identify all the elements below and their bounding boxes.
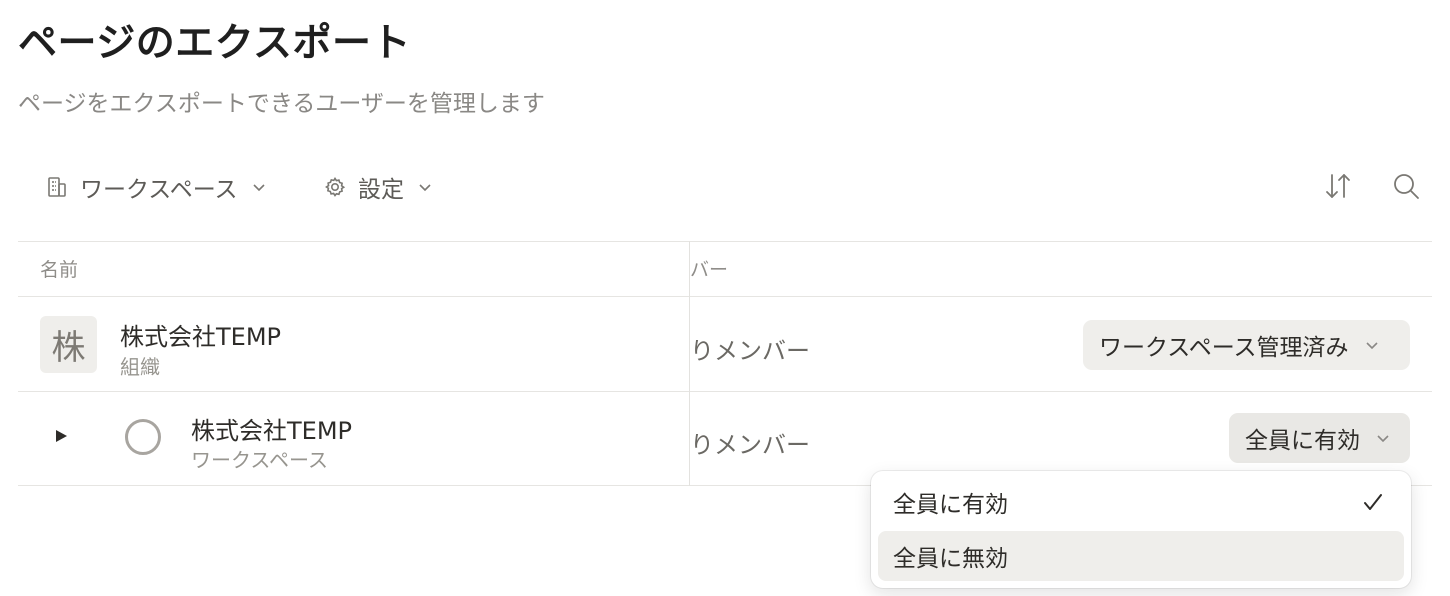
chevron-down-icon: [250, 178, 268, 196]
settings-filter-label: 設定: [358, 177, 404, 203]
chevron-down-icon: [1374, 429, 1392, 447]
export-pages-settings: ページのエクスポート ページをエクスポートできるユーザーを管理します ワークスペ…: [0, 0, 1450, 596]
setting-options-menu: 全員に有効 全員に無効: [871, 471, 1411, 588]
organization-type: 組織: [120, 355, 160, 379]
divider: [18, 296, 1432, 297]
workspace-setting-dropdown[interactable]: 全員に有効: [1229, 413, 1410, 463]
sort-button[interactable]: [1318, 168, 1358, 208]
workspace-filter-label: ワークスペース: [80, 177, 238, 203]
menu-option-label: 全員に有効: [893, 492, 1008, 518]
expand-row-toggle[interactable]: [48, 425, 74, 451]
members-scope: りメンバー: [690, 431, 810, 459]
sort-arrows-icon: [1322, 170, 1354, 206]
column-header-name: 名前: [40, 259, 79, 281]
checkmark-icon: [1362, 491, 1384, 513]
export-permissions-table: 名前 バー 株 株式会社TEMP 組織 りメンバー ワークスペース管理済み 株式…: [18, 241, 1432, 486]
chevron-down-icon: [416, 178, 434, 196]
workspace-icon: [125, 419, 161, 455]
triangle-right-icon: [53, 428, 69, 448]
divider: [18, 391, 1432, 392]
menu-option-label: 全員に無効: [893, 546, 1008, 572]
workspace-type: ワークスペース: [191, 448, 328, 472]
workspace-filter-button[interactable]: ワークスペース: [44, 168, 268, 206]
gear-icon: [322, 174, 348, 200]
settings-filter-button[interactable]: 設定: [322, 168, 434, 206]
workspace-name: 株式会社TEMP: [191, 417, 353, 445]
search-button[interactable]: [1386, 168, 1426, 208]
search-icon: [1391, 171, 1421, 205]
workspace-setting-value: 全員に有効: [1245, 428, 1360, 454]
organization-avatar: 株: [40, 316, 97, 373]
column-header-members: バー: [690, 259, 729, 281]
menu-option-enable-all[interactable]: 全員に有効: [878, 477, 1404, 527]
members-scope: りメンバー: [690, 337, 810, 365]
menu-option-disable-all[interactable]: 全員に無効: [878, 531, 1404, 581]
page-subtitle: ページをエクスポートできるユーザーを管理します: [18, 91, 545, 117]
page-title: ページのエクスポート: [18, 21, 412, 66]
building-icon: [44, 174, 70, 200]
organization-setting-value: ワークスペース管理済み: [1099, 335, 1349, 361]
organization-name: 株式会社TEMP: [120, 323, 282, 351]
chevron-down-icon: [1363, 336, 1381, 354]
organization-setting-dropdown[interactable]: ワークスペース管理済み: [1083, 320, 1410, 370]
